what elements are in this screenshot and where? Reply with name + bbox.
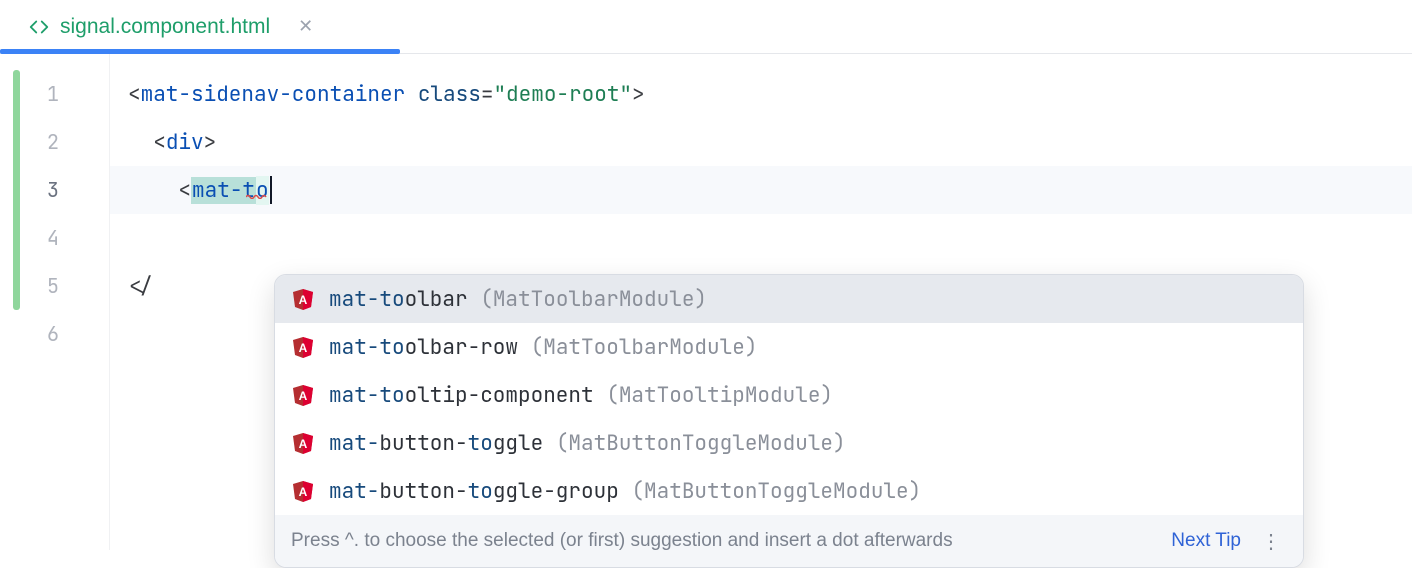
val: "demo-root"	[493, 81, 632, 108]
completion-popup: A mat-toolbar (MatToolbarModule) A mat-t…	[274, 274, 1304, 568]
angular-icon: A	[291, 335, 315, 359]
punct: >	[204, 129, 217, 156]
editor-tab[interactable]: signal.component.html ✕	[18, 0, 323, 53]
code-line[interactable]: <mat-sidenav-container class="demo-root"…	[110, 70, 1412, 118]
tag-match-highlight: mat-t	[191, 177, 256, 204]
svg-text:A: A	[299, 341, 308, 355]
punct: >	[632, 81, 645, 108]
completion-text: mat-button-toggle (MatButtonToggleModule…	[329, 430, 846, 457]
text-caret	[270, 176, 272, 204]
code-line[interactable]: <div>	[110, 118, 1412, 166]
tag: div	[166, 129, 204, 156]
punct: <	[153, 129, 166, 156]
eq: =	[481, 81, 494, 108]
line-number[interactable]: 6	[0, 310, 109, 358]
code-area[interactable]: <mat-sidenav-container class="demo-root"…	[110, 54, 1412, 550]
svg-text:A: A	[299, 293, 308, 307]
code-line[interactable]	[110, 214, 1412, 262]
tab-file-name: signal.component.html	[60, 15, 270, 39]
editor-area: 1 2 3 4 5 6 <mat-sidenav-container class…	[0, 54, 1412, 550]
completion-item[interactable]: A mat-button-toggle-group (MatButtonTogg…	[275, 467, 1303, 515]
completion-text: mat-toolbar (MatToolbarModule)	[329, 286, 707, 313]
completion-text: mat-toolbar-row (MatToolbarModule)	[329, 334, 757, 361]
gutter: 1 2 3 4 5 6	[0, 54, 110, 550]
tag-rest: o	[256, 176, 269, 205]
svg-text:A: A	[299, 485, 308, 499]
popup-footer: Press ^. to choose the selected (or firs…	[275, 515, 1303, 567]
completion-item[interactable]: A mat-button-toggle (MatButtonToggleModu…	[275, 419, 1303, 467]
angular-icon: A	[291, 431, 315, 455]
footer-hint: Press ^. to choose the selected (or firs…	[291, 530, 953, 552]
svg-text:A: A	[299, 437, 308, 451]
tab-bar: signal.component.html ✕	[0, 0, 1412, 54]
completion-item[interactable]: A mat-toolbar (MatToolbarModule)	[275, 275, 1303, 323]
completion-text: mat-button-toggle-group (MatButtonToggle…	[329, 478, 921, 505]
vcs-change-bar	[13, 70, 20, 310]
error-squiggle	[246, 194, 268, 198]
angular-icon: A	[291, 383, 315, 407]
angular-icon: A	[291, 479, 315, 503]
indent	[128, 129, 153, 156]
completion-item[interactable]: A mat-toolbar-row (MatToolbarModule)	[275, 323, 1303, 371]
code-line-active[interactable]: <mat-to	[110, 166, 1412, 214]
angular-icon: A	[291, 287, 315, 311]
svg-text:A: A	[299, 389, 308, 403]
code-file-icon	[28, 16, 50, 38]
completion-text: mat-tooltip-component (MatTooltipModule)	[329, 382, 833, 409]
next-tip-link[interactable]: Next Tip	[1171, 530, 1241, 552]
completion-item[interactable]: A mat-tooltip-component (MatTooltipModul…	[275, 371, 1303, 419]
punct: <	[178, 177, 191, 204]
indent	[128, 177, 178, 204]
punct: </	[128, 273, 153, 300]
attr: class	[418, 81, 481, 108]
tag: mat-sidenav-container	[141, 81, 406, 108]
close-tab-icon[interactable]: ✕	[298, 16, 313, 37]
punct: <	[128, 81, 141, 108]
